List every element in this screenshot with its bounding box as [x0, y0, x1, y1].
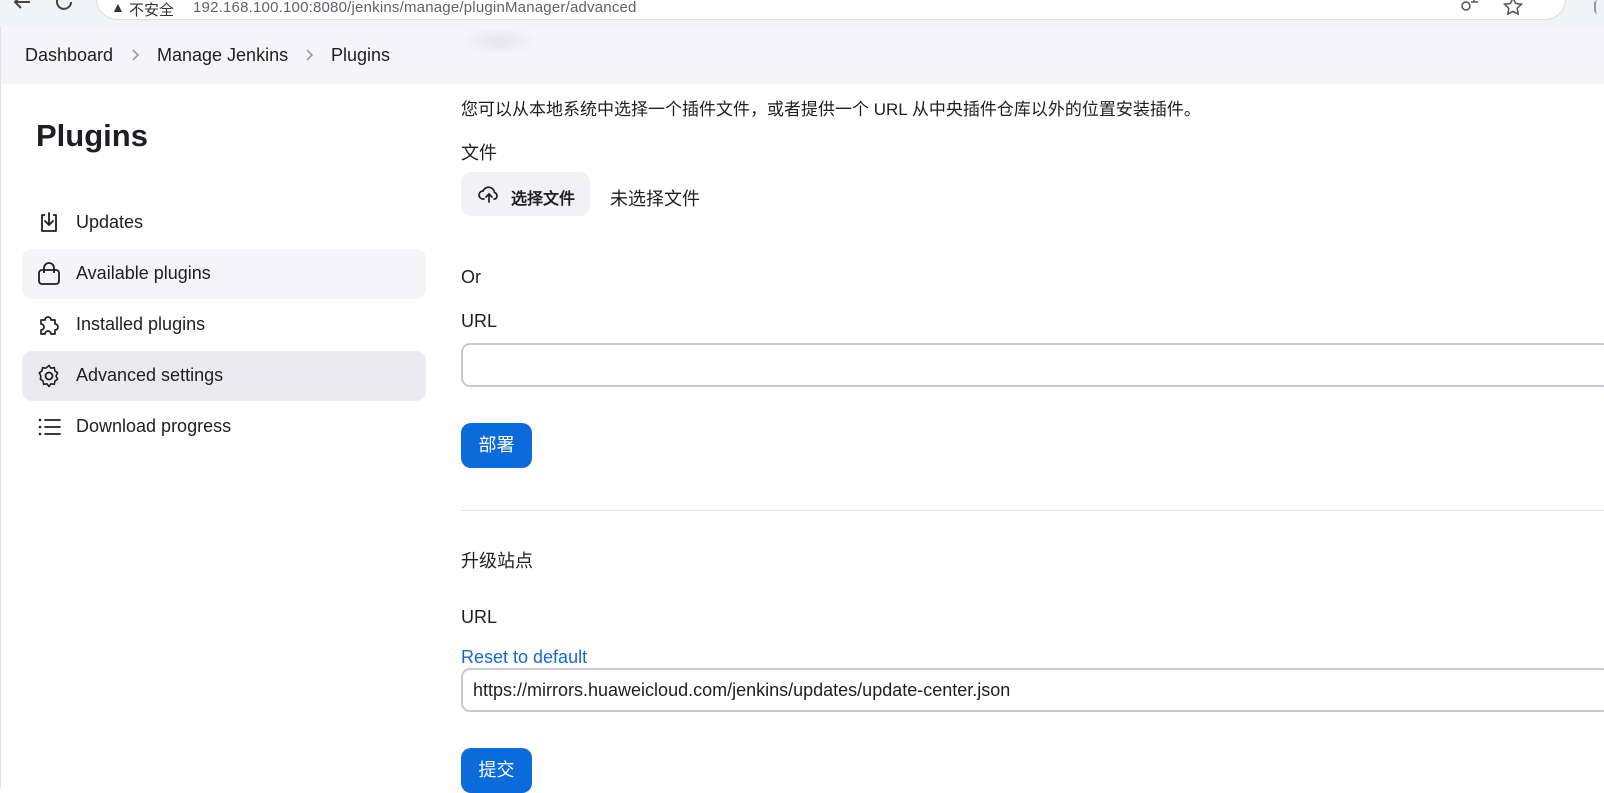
- bookmark-star-icon[interactable]: [1503, 0, 1523, 15]
- submit-button[interactable]: 提交: [461, 748, 532, 793]
- address-bar[interactable]: ▲ 不安全 192.168.100.100:8080/jenkins/manag…: [96, 0, 1566, 20]
- puzzle-icon: [40, 316, 59, 335]
- breadcrumb-plugins[interactable]: Plugins: [331, 45, 390, 66]
- shopping-bag-icon: [38, 262, 60, 285]
- insecure-label: 不安全: [129, 2, 175, 19]
- breadcrumb-dashboard[interactable]: Dashboard: [25, 45, 113, 66]
- reload-icon[interactable]: [52, 0, 76, 14]
- sidebar-item-available-plugins[interactable]: Available plugins: [22, 249, 426, 299]
- update-site-url-input[interactable]: [461, 668, 1604, 712]
- back-arrow-icon[interactable]: [10, 0, 34, 14]
- choose-file-button[interactable]: 选择文件: [461, 172, 590, 216]
- file-label: 文件: [461, 143, 497, 163]
- no-file-selected: 未选择文件: [610, 189, 700, 209]
- translate-icon[interactable]: [1461, 0, 1479, 12]
- or-label: Or: [461, 267, 481, 287]
- sidebar-item-label: Available plugins: [76, 263, 211, 283]
- reset-to-default-link[interactable]: Reset to default: [461, 647, 587, 668]
- sidebar-item-label: Updates: [76, 212, 144, 232]
- profile-edge-icon: [1594, 0, 1604, 14]
- update-site-url-label: URL: [461, 607, 498, 627]
- choose-file-label: 选择文件: [511, 191, 576, 208]
- plugin-url-input[interactable]: [461, 343, 1604, 387]
- sidebar-item-label: Installed plugins: [76, 314, 206, 334]
- download-icon: [41, 212, 57, 232]
- chevron-right-icon: [306, 49, 314, 61]
- list-icon: [38, 418, 61, 436]
- sidebar-item-label: Advanced settings: [76, 365, 224, 385]
- sidebar-title: Plugins: [36, 118, 148, 153]
- update-site-heading: 升级站点: [461, 551, 533, 571]
- url-label: URL: [461, 311, 498, 331]
- page-left-border: [0, 84, 1, 788]
- breadcrumb: Dashboard Manage Jenkins Plugins: [0, 26, 1604, 84]
- url-text[interactable]: 192.168.100.100:8080/jenkins/manage/plug…: [193, 0, 637, 16]
- deploy-description: 您可以从本地系统中选择一个插件文件，或者提供一个 URL 从中央插件仓库以外的位…: [461, 100, 1201, 119]
- cloud-upload-icon: [478, 186, 498, 203]
- chevron-right-icon: [132, 49, 140, 61]
- sidebar-item-installed-plugins[interactable]: Installed plugins: [22, 300, 426, 350]
- warning-icon: ▲: [111, 0, 125, 15]
- section-divider: [461, 510, 1604, 511]
- browser-toolbar: ▲ 不安全 192.168.100.100:8080/jenkins/manag…: [0, 0, 1604, 26]
- deploy-button[interactable]: 部署: [461, 423, 532, 468]
- breadcrumb-manage-jenkins[interactable]: Manage Jenkins: [157, 45, 288, 66]
- gear-icon: [38, 364, 59, 388]
- sidebar-item-download-progress[interactable]: Download progress: [22, 402, 426, 452]
- scroll-shadow: [458, 26, 538, 56]
- sidebar-item-updates[interactable]: Updates: [22, 198, 426, 248]
- sidebar-item-label: Download progress: [76, 416, 232, 436]
- sidebar-item-advanced-settings[interactable]: Advanced settings: [22, 351, 426, 401]
